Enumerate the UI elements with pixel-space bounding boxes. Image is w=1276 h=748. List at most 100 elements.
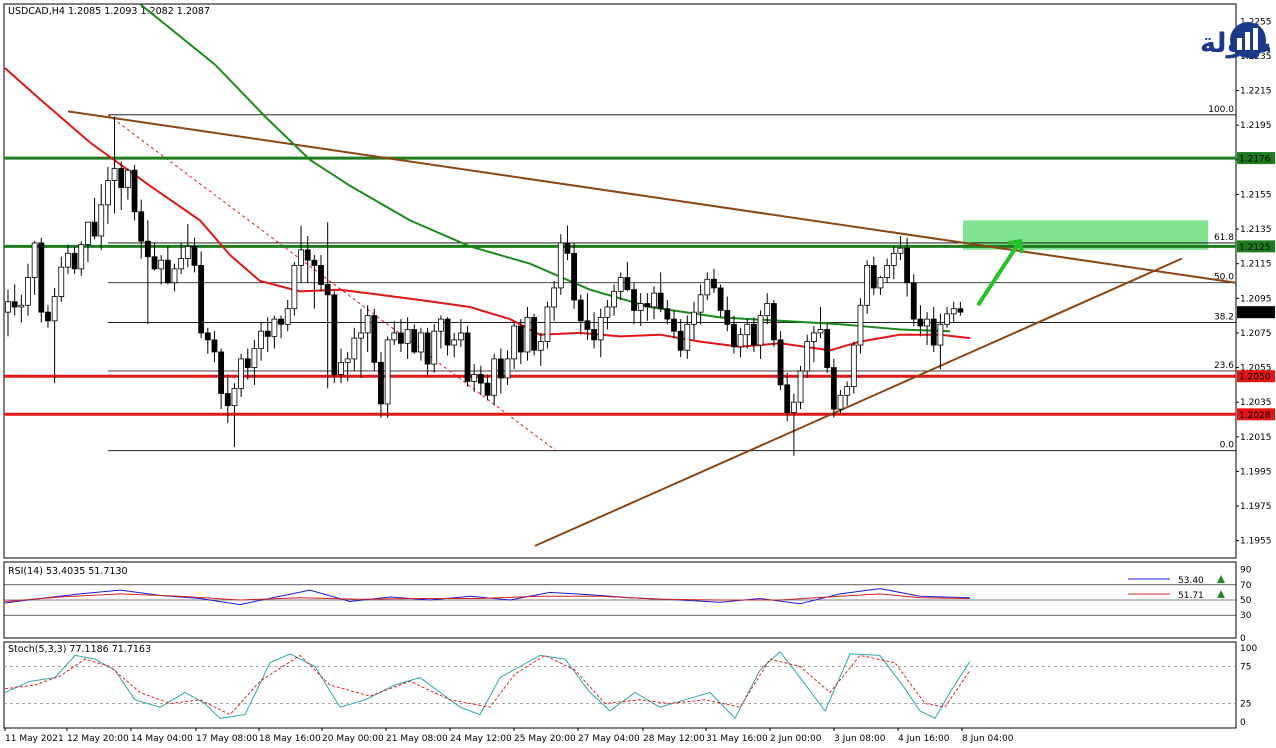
x-tick-label: 31 May 16:00 [706, 734, 768, 744]
x-tick-label: 11 May 2021 [5, 734, 64, 744]
candle-body [144, 240, 151, 258]
price-chart: USDCAD,H4 1.2085 1.2093 1.2082 1.2087 1.2… [3, 3, 1275, 744]
candle-body [111, 168, 118, 181]
candle-body [577, 299, 584, 322]
candle-body [424, 332, 431, 365]
x-tick-label: 17 May 08:00 [196, 734, 258, 744]
candle-body [31, 242, 38, 278]
candle-body [824, 329, 831, 368]
stoch-pane-frame [3, 641, 1237, 729]
fib-level-label: 23.6 [1214, 361, 1234, 371]
y-tick-label: 1.2075 [1240, 329, 1272, 339]
stoch-series-line [4, 650, 971, 720]
price-label: 1.2050 [1239, 373, 1271, 383]
fib-level-label: 61.8 [1214, 233, 1234, 243]
candle-body [844, 386, 851, 396]
y-tick-label: 1.2015 [1240, 433, 1272, 443]
candle-body [784, 384, 791, 413]
candle-body [944, 313, 950, 325]
candle-body [724, 310, 731, 325]
y-tick-label: 1.2195 [1240, 121, 1272, 131]
candle-body [264, 330, 271, 337]
candle-body [158, 259, 165, 270]
candle-body [218, 351, 225, 394]
x-tick-label: 20 May 00:00 [322, 734, 384, 744]
candle-body [344, 358, 351, 363]
candle-body [431, 330, 438, 365]
candle-body [211, 339, 218, 353]
symbol-header: USDCAD,H4 1.2085 1.2093 1.2082 1.2087 [8, 6, 210, 17]
candle-body [477, 374, 484, 384]
fib-level-label: 38.2 [1214, 313, 1234, 323]
candle-body [737, 334, 744, 348]
candle-body [118, 168, 125, 188]
y-tick-label: 1.1995 [1240, 467, 1272, 477]
candle-body [657, 292, 664, 310]
up-triangle-icon [1217, 590, 1225, 598]
candle-body [184, 245, 191, 259]
fib-level-label: 0.0 [1220, 441, 1235, 451]
candle-body [238, 358, 245, 389]
candle-body [58, 266, 65, 297]
candle-body [284, 308, 291, 325]
candle-body [491, 358, 498, 396]
y-tick-label: 1.1955 [1240, 537, 1272, 547]
candle-body [864, 265, 871, 306]
candle-body [224, 393, 231, 407]
candle-body [897, 247, 904, 254]
candle-body [378, 361, 384, 405]
candle-body [18, 304, 25, 308]
candle-body [664, 308, 671, 320]
candle-body [198, 265, 205, 334]
candle-body [291, 265, 298, 310]
candle-body [777, 339, 784, 386]
candle-body [45, 311, 51, 322]
candle-body [331, 294, 338, 375]
x-tick-label: 8 Jun 04:00 [962, 734, 1014, 744]
candle-body [850, 344, 857, 388]
candles [5, 116, 964, 456]
x-tick-label: 21 May 08:00 [386, 734, 448, 744]
candle-body [597, 316, 604, 341]
candle-body [244, 358, 251, 368]
candle-body [691, 311, 697, 325]
candle-body [764, 303, 771, 317]
candle-body [797, 370, 804, 403]
candle-body [877, 277, 884, 289]
candle-body [671, 318, 677, 332]
candle-body [557, 242, 564, 289]
candle-body [857, 304, 864, 346]
rsi-tick-label: 0 [1240, 634, 1246, 644]
y-tick-label: 1.2115 [1240, 260, 1272, 270]
current-price: 1.2087 [1239, 309, 1271, 319]
candle-body [771, 303, 777, 341]
candle-body [191, 245, 198, 266]
stoch-tick-label: 25 [1240, 700, 1251, 710]
candle-body [437, 318, 444, 332]
x-tick-label: 2 Jun 00:00 [770, 734, 822, 744]
candle-body [25, 277, 31, 306]
candle-body [717, 287, 724, 311]
fast-ma-line [4, 67, 971, 352]
candle-body [497, 358, 504, 379]
candle-body [611, 290, 617, 308]
candle-body [924, 318, 930, 327]
candle-body [124, 169, 131, 188]
trendline [67, 110, 1237, 284]
y-tick-label: 1.2095 [1240, 294, 1272, 304]
candle-body [457, 332, 464, 341]
candle-body [311, 259, 318, 266]
candle-body [744, 323, 751, 336]
candle-body [85, 221, 91, 246]
stoch-series-line [4, 654, 971, 716]
candle-body [870, 265, 877, 289]
rsi-header: RSI(14) 53.4035 51.7130 [8, 566, 128, 577]
candle-body [371, 315, 378, 363]
candle-body [810, 332, 817, 342]
candle-body [830, 367, 837, 410]
candle-body [338, 361, 344, 375]
candle-body [591, 329, 597, 341]
candle-body [910, 282, 917, 320]
candle-body [890, 252, 897, 266]
candle-body [91, 221, 98, 237]
